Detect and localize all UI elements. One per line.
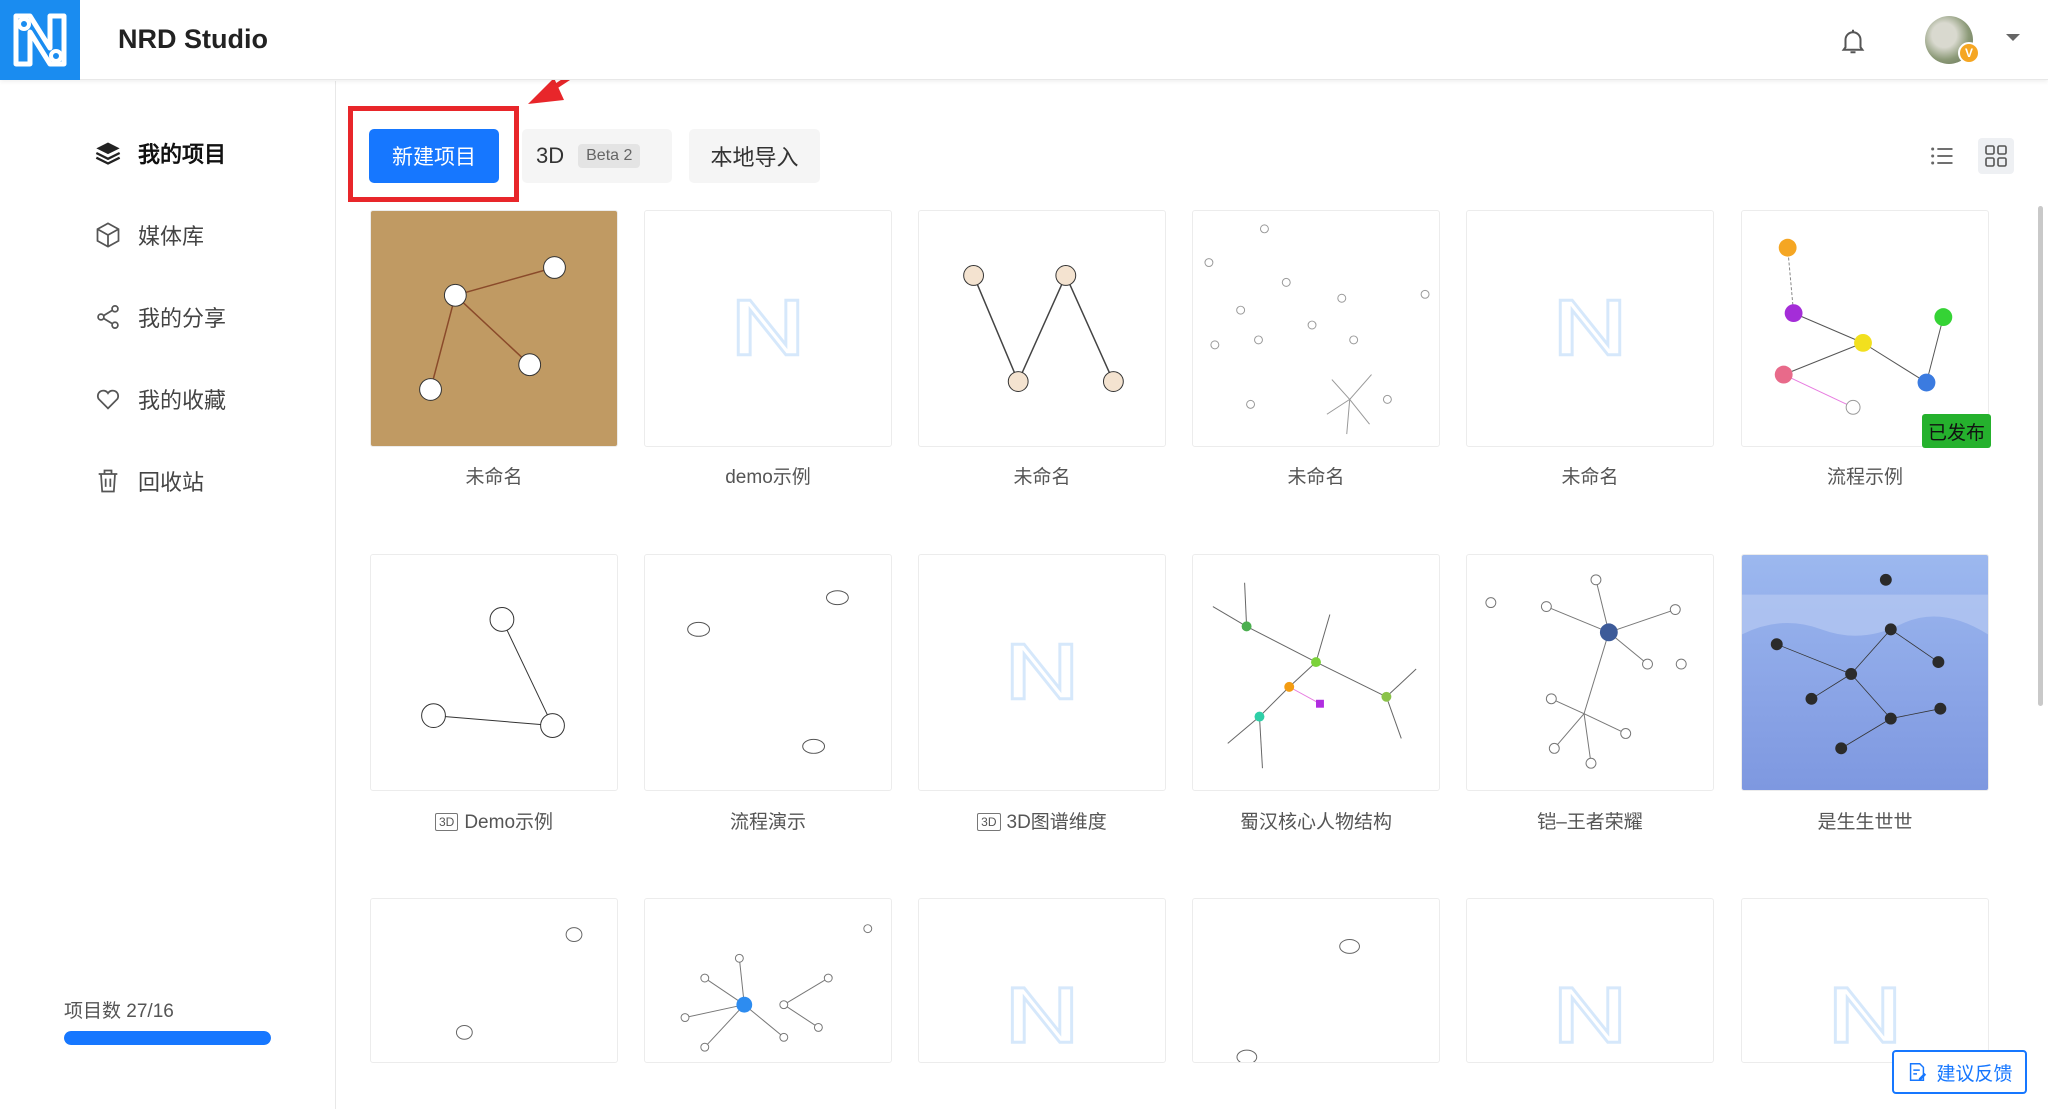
project-card[interactable]	[370, 898, 618, 1063]
placeholder-logo-icon	[1010, 642, 1074, 701]
project-quota-fill	[64, 1031, 271, 1045]
graph-thumbnail	[455, 927, 583, 1040]
project-quota-label: 项目数 27/16	[64, 1001, 174, 1022]
project-card[interactable]	[644, 898, 892, 1063]
local-import-button[interactable]: 本地导入	[689, 129, 820, 183]
beta-badge: Beta 2	[578, 144, 641, 168]
project-name[interactable]: 未命名	[918, 462, 1166, 489]
project-name[interactable]: 未命名	[1466, 462, 1714, 489]
project-card[interactable]	[918, 898, 1166, 1063]
vip-badge: V	[1958, 42, 1980, 64]
graph-thumbnail	[687, 590, 849, 754]
graph-thumbnail	[1742, 573, 1988, 755]
placeholder-logo-icon	[1558, 986, 1622, 1044]
project-card[interactable]	[1192, 554, 1440, 791]
placeholder-logo-icon	[1010, 986, 1074, 1044]
graph-thumbnail	[1204, 224, 1430, 435]
project-name[interactable]: demo示例	[644, 462, 892, 489]
project-name[interactable]: 铠–王者荣耀	[1466, 807, 1714, 834]
project-quota-bar	[64, 1031, 271, 1045]
sidebar-item-my-shares[interactable]: 我的分享	[94, 297, 226, 337]
placeholder-logo-icon	[736, 298, 800, 357]
3d-label: 3D	[536, 143, 565, 168]
graph-thumbnail	[963, 265, 1124, 392]
top-bar: NRD Studio V	[0, 0, 2048, 80]
project-card[interactable]	[918, 554, 1166, 791]
sidebar-item-label: 我的分享	[138, 306, 227, 331]
sidebar-item-label: 媒体库	[138, 224, 205, 249]
logo-icon	[13, 13, 67, 67]
graph-thumbnail	[1485, 574, 1687, 769]
feedback-button[interactable]: 建议反馈	[1892, 1050, 2027, 1094]
project-card[interactable]	[1741, 554, 1989, 791]
sidebar-item-my-projects[interactable]: 我的项目	[94, 133, 226, 173]
heart-icon	[97, 389, 119, 410]
project-name[interactable]: 流程示例	[1741, 462, 1989, 489]
3d-tag: 3D	[977, 813, 1001, 831]
project-name[interactable]: 蜀汉核心人物结构	[1192, 807, 1440, 834]
project-name[interactable]: 未命名	[370, 462, 618, 489]
grid-view-icon	[1985, 145, 2007, 167]
project-card[interactable]	[1192, 898, 1440, 1063]
project-name-3d[interactable]: 3D Demo示例	[370, 807, 618, 834]
graph-thumbnail	[421, 607, 565, 738]
list-view-icon[interactable]	[1928, 142, 1956, 170]
app-logo[interactable]	[0, 0, 80, 80]
project-card[interactable]	[644, 554, 892, 791]
project-card[interactable]	[1192, 210, 1440, 447]
project-name-3d[interactable]: 3D 3D图谱维度	[918, 807, 1166, 834]
project-name[interactable]: 未命名	[1192, 462, 1440, 489]
placeholder-logo-icon	[1833, 986, 1897, 1044]
project-name: 3D图谱维度	[1006, 812, 1107, 833]
graph-thumbnail	[419, 256, 566, 401]
trash-icon	[98, 469, 118, 493]
app-title: NRD Studio	[118, 24, 268, 54]
graph-thumbnail	[1236, 939, 1360, 1062]
cube-icon	[96, 222, 120, 248]
sidebar-item-label: 回收站	[138, 470, 205, 495]
project-card[interactable]	[1741, 898, 1989, 1063]
3d-tag: 3D	[434, 813, 459, 831]
project-card[interactable]	[1466, 554, 1714, 791]
edit-note-icon	[1910, 1063, 1927, 1081]
project-card[interactable]	[370, 554, 618, 791]
published-badge: 已发布	[1922, 414, 1991, 448]
share-icon	[97, 305, 119, 329]
project-card[interactable]	[1466, 210, 1714, 447]
project-name: Demo示例	[464, 812, 554, 833]
sidebar-item-recycle-bin[interactable]: 回收站	[94, 461, 204, 501]
highlight-box	[348, 106, 519, 202]
graph-thumbnail	[1774, 238, 1953, 415]
feedback-label: 建议反馈	[1936, 1063, 2013, 1085]
project-card[interactable]	[370, 210, 618, 447]
graph-thumbnail	[1212, 582, 1417, 769]
project-card[interactable]	[1741, 210, 1989, 447]
sidebar-item-label: 我的项目	[138, 142, 227, 167]
sidebar-item-media-library[interactable]: 媒体库	[94, 215, 204, 255]
notification-bell-icon[interactable]	[1838, 26, 1868, 56]
sidebar-item-label: 我的收藏	[138, 388, 227, 413]
sidebar: 我的项目 媒体库 我的分享 我的收藏 回收站 项目数 27/16	[0, 81, 336, 1109]
chevron-down-icon[interactable]	[2006, 34, 2020, 41]
project-name[interactable]: 是生生世世	[1741, 807, 1989, 834]
project-card[interactable]	[644, 210, 892, 447]
graph-thumbnail	[680, 924, 873, 1052]
project-name[interactable]: 流程演示	[644, 807, 892, 834]
project-card[interactable]	[918, 210, 1166, 447]
project-card[interactable]	[1466, 898, 1714, 1063]
scrollbar[interactable]	[2038, 206, 2043, 706]
layers-icon	[95, 142, 121, 165]
sidebar-item-my-favorites[interactable]: 我的收藏	[94, 379, 226, 419]
new-3d-project-button[interactable]: 3D Beta 2	[522, 129, 672, 183]
placeholder-logo-icon	[1558, 298, 1622, 357]
grid-view-button[interactable]	[1978, 138, 2014, 174]
